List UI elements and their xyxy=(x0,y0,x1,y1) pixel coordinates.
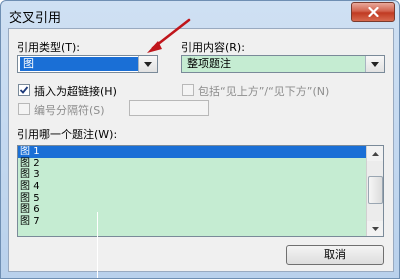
list-item[interactable]: 图 1 xyxy=(18,146,366,158)
include-above-below-label: 包括“见上方”/“见下方”(N) xyxy=(198,85,330,98)
checkmark-icon xyxy=(19,86,29,94)
reference-type-value: 图 xyxy=(20,57,138,71)
close-button[interactable] xyxy=(351,2,395,22)
list-item[interactable]: 图 5 xyxy=(18,193,366,205)
scroll-down-button[interactable] xyxy=(367,221,383,236)
dialog-body: 引用类型(T): 图 引用内容(R): 整项题注 插入为超链接(H) 包括“见上… xyxy=(8,28,394,272)
chevron-down-icon xyxy=(144,61,152,67)
scroll-down-icon xyxy=(371,226,379,231)
insert-hyperlink-checkbox[interactable] xyxy=(18,84,30,96)
vertical-scrollbar[interactable] xyxy=(366,146,383,236)
scroll-up-icon xyxy=(371,151,379,156)
cancel-button[interactable]: 取消 xyxy=(286,245,384,265)
annotation-pointer-line xyxy=(97,212,98,278)
caption-list-items: 图 1 图 2 图 3 图 4 图 5 图 6 图 7 xyxy=(18,146,366,236)
insert-hyperlink-label: 插入为超链接(H) xyxy=(34,85,117,98)
cross-reference-dialog: 交叉引用 引用类型(T): 图 引用内容(R): 整项题注 插入为超链接(H) … xyxy=(0,0,400,279)
reference-content-dropdown-button[interactable] xyxy=(365,56,384,72)
separate-numbers-label: 编号分隔符(S) xyxy=(34,104,105,117)
reference-content-value: 整项题注 xyxy=(187,57,231,70)
reference-content-select[interactable]: 整项题注 xyxy=(181,55,385,73)
list-item[interactable]: 图 3 xyxy=(18,169,366,181)
reference-content-label: 引用内容(R): xyxy=(181,41,245,54)
scrollbar-thumb[interactable] xyxy=(368,176,383,204)
chevron-down-icon xyxy=(371,61,379,67)
caption-list[interactable]: 图 1 图 2 图 3 图 4 图 5 图 6 图 7 xyxy=(17,145,384,237)
title-bar: 交叉引用 xyxy=(1,1,399,27)
reference-type-select[interactable]: 图 xyxy=(17,55,158,73)
close-icon xyxy=(367,7,379,17)
list-item[interactable]: 图 6 xyxy=(18,204,366,216)
include-above-below-checkbox[interactable] xyxy=(182,84,194,96)
list-item[interactable]: 图 7 xyxy=(18,216,366,228)
reference-type-label: 引用类型(T): xyxy=(17,41,81,54)
separator-input[interactable] xyxy=(129,100,209,116)
scroll-up-button[interactable] xyxy=(367,146,383,161)
list-item[interactable]: 图 2 xyxy=(18,158,366,170)
separate-numbers-checkbox[interactable] xyxy=(18,103,30,115)
reference-type-dropdown-button[interactable] xyxy=(138,56,157,72)
dialog-title: 交叉引用 xyxy=(9,11,62,26)
list-item[interactable]: 图 4 xyxy=(18,181,366,193)
caption-list-label: 引用哪一个题注(W): xyxy=(17,128,118,141)
